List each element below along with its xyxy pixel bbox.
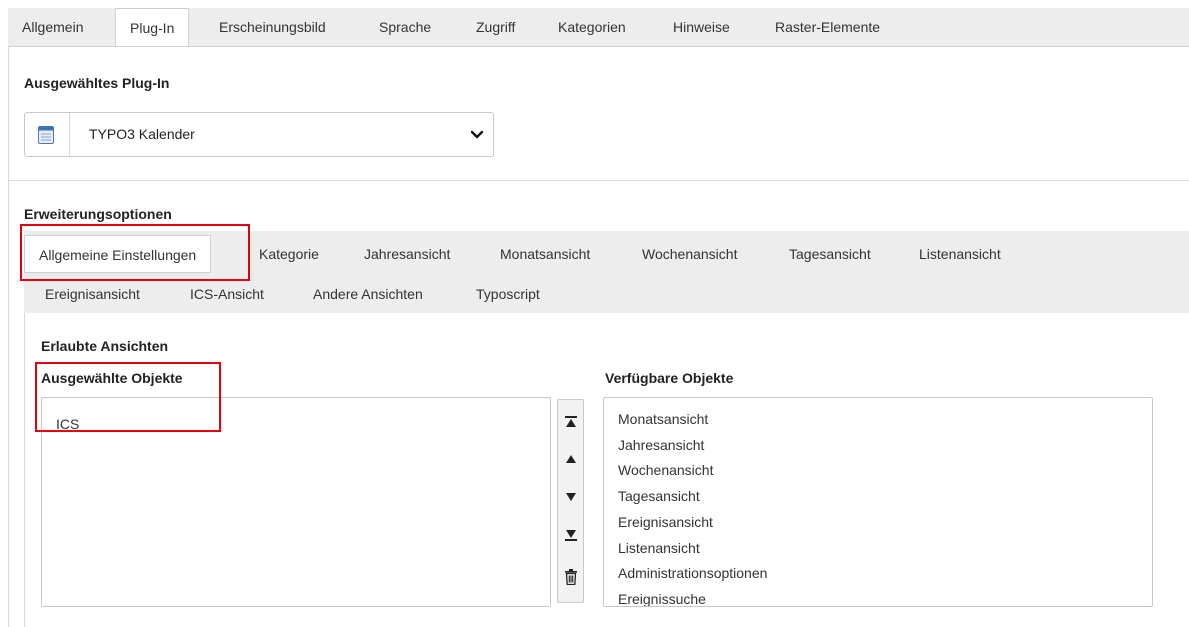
plugin-icon-cell — [25, 113, 70, 156]
list-item[interactable]: Jahresansicht — [618, 433, 1152, 459]
move-down-button[interactable] — [558, 483, 583, 511]
list-item[interactable]: Wochenansicht — [618, 458, 1152, 484]
extension-tab-bar: Allgemeine Einstellungen Kategorie Jahre… — [24, 231, 1189, 313]
subtab-allgemeine-einstellungen[interactable]: Allgemeine Einstellungen — [24, 235, 212, 273]
tab-raster-elemente[interactable]: Raster-Elemente — [775, 8, 880, 46]
tab-sprache[interactable]: Sprache — [379, 8, 431, 46]
subtab-ereignisansicht[interactable]: Ereignisansicht — [45, 275, 140, 313]
chevron-down-icon — [470, 130, 484, 139]
available-objects-label: Verfügbare Objekte — [605, 370, 734, 386]
subtab-monatsansicht[interactable]: Monatsansicht — [500, 235, 590, 273]
tab-allgemein[interactable]: Allgemein — [22, 8, 83, 46]
list-item[interactable]: Monatsansicht — [618, 407, 1152, 433]
subtab-jahresansicht[interactable]: Jahresansicht — [364, 235, 450, 273]
move-top-button[interactable] — [558, 408, 583, 436]
subtab-andere-ansichten[interactable]: Andere Ansichten — [313, 275, 423, 313]
tab-erscheinungsbild[interactable]: Erscheinungsbild — [219, 8, 326, 46]
subtab-ics-ansicht[interactable]: ICS-Ansicht — [190, 275, 264, 313]
subtab-wochenansicht[interactable]: Wochenansicht — [642, 235, 737, 273]
tab-plug-in[interactable]: Plug-In — [115, 8, 190, 46]
top-tab-bar: Allgemein Plug-In Erscheinungsbild Sprac… — [8, 8, 1189, 47]
subtab-listenansicht[interactable]: Listenansicht — [919, 235, 1001, 273]
subtab-typoscript[interactable]: Typoscript — [476, 275, 540, 313]
plugin-select-value: TYPO3 Kalender — [89, 126, 195, 142]
plugin-select[interactable]: TYPO3 Kalender — [24, 112, 494, 157]
move-top-icon — [564, 416, 577, 427]
move-bottom-icon — [564, 530, 577, 541]
extension-options-heading: Erweiterungsoptionen — [24, 206, 172, 222]
available-objects-list[interactable]: Monatsansicht Jahresansicht Wochenansich… — [603, 397, 1153, 607]
list-item[interactable]: Ereignisansicht — [618, 510, 1152, 536]
calendar-icon — [38, 126, 54, 144]
list-move-buttons — [557, 399, 584, 603]
move-bottom-button[interactable] — [558, 521, 583, 549]
allowed-views-heading: Erlaubte Ansichten — [41, 338, 169, 354]
move-up-icon — [565, 455, 576, 463]
subtab-kategorie[interactable]: Kategorie — [259, 235, 319, 273]
move-up-button[interactable] — [558, 445, 583, 473]
tab-hinweise[interactable]: Hinweise — [673, 8, 730, 46]
list-item[interactable]: Administrationsoptionen — [618, 561, 1152, 587]
list-item[interactable]: Ereignissuche — [618, 587, 1152, 606]
tab-kategorien[interactable]: Kategorien — [558, 8, 626, 46]
list-item[interactable]: Listenansicht — [618, 536, 1152, 562]
subtab-tagesansicht[interactable]: Tagesansicht — [789, 235, 871, 273]
tab-zugriff[interactable]: Zugriff — [476, 8, 515, 46]
selected-objects-label: Ausgewählte Objekte — [41, 370, 183, 386]
selected-objects-list[interactable]: ICS — [41, 397, 551, 607]
trash-icon — [564, 569, 577, 585]
list-item[interactable]: ICS — [56, 412, 550, 438]
move-down-icon — [565, 493, 576, 501]
remove-button[interactable] — [558, 563, 583, 591]
list-item[interactable]: Tagesansicht — [618, 484, 1152, 510]
section-divider — [8, 180, 1189, 181]
plugin-heading: Ausgewähltes Plug-In — [24, 75, 170, 91]
